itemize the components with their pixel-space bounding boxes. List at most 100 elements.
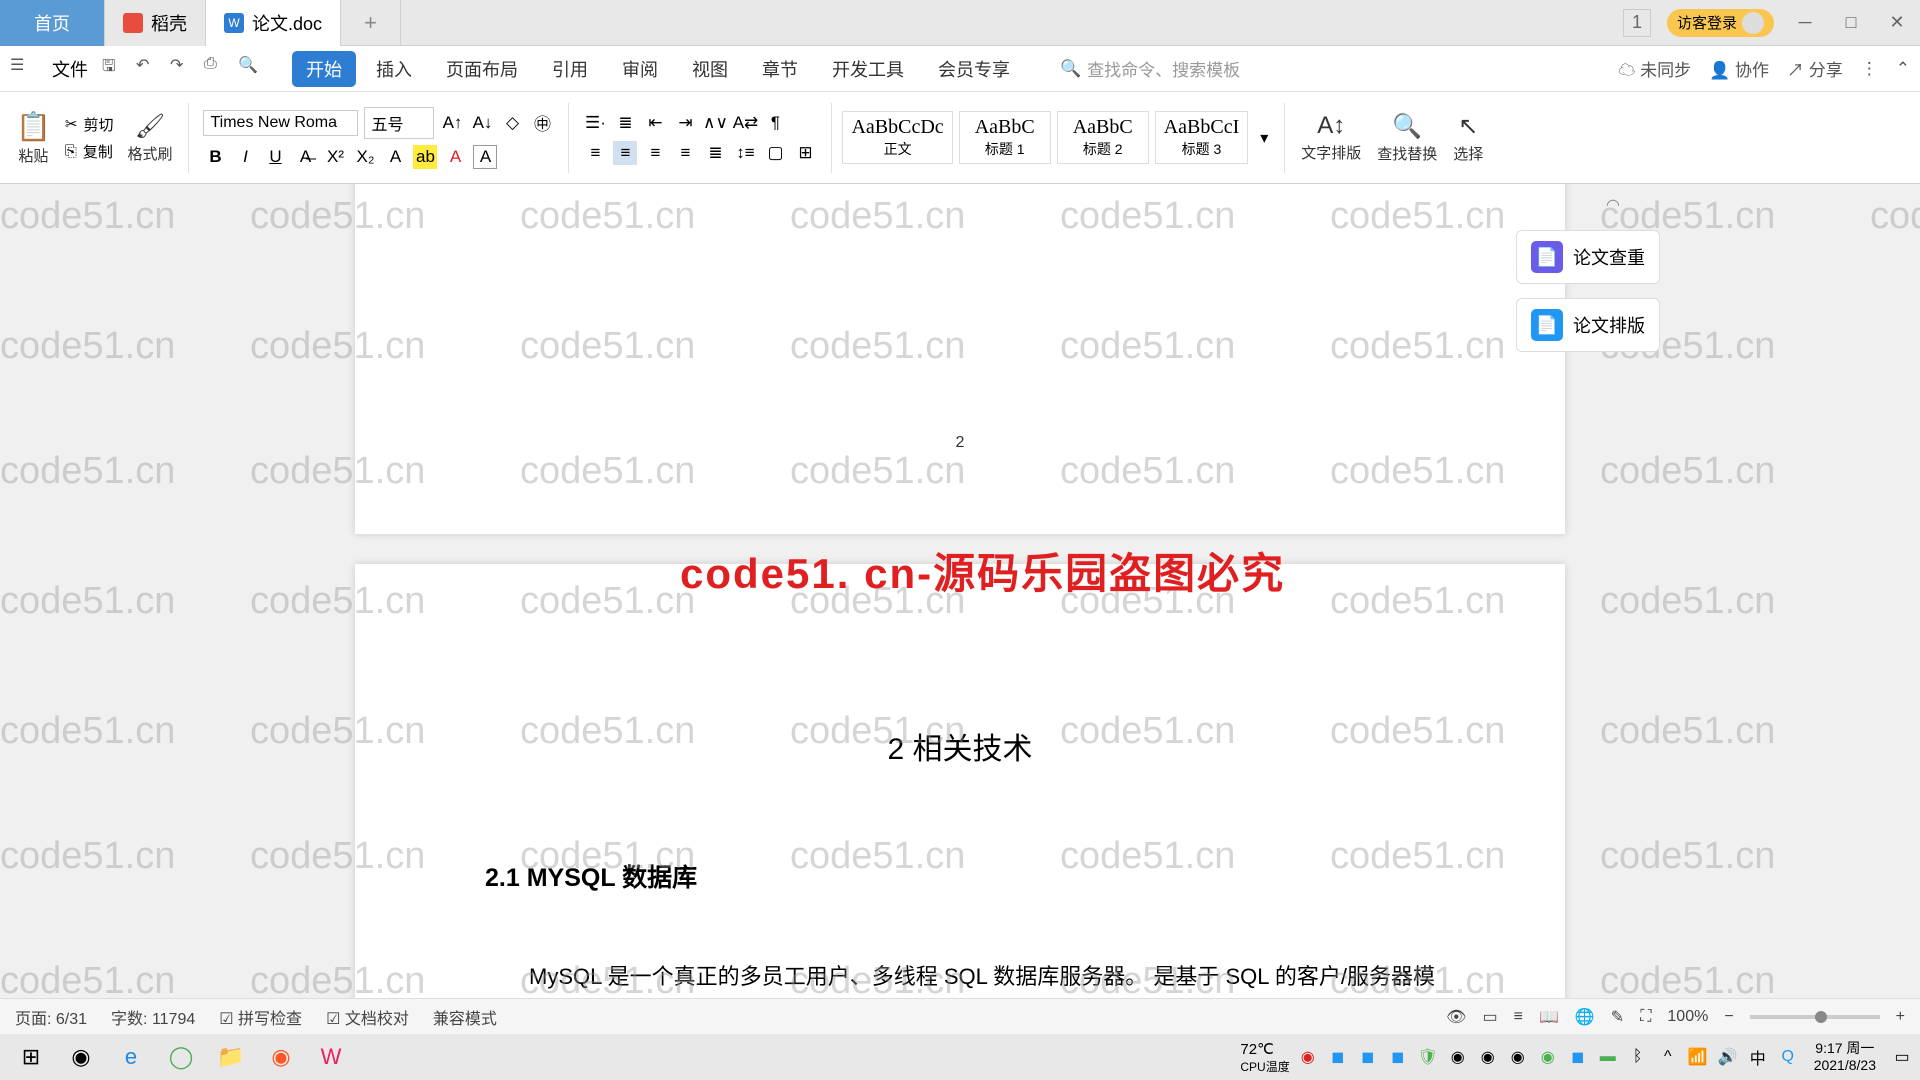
tray-icon-5[interactable]: 🛡 (1416, 1045, 1440, 1069)
collapse-panel-icon[interactable]: ◠ (1606, 195, 1620, 215)
sync-status[interactable]: ☁ 未同步 (1618, 56, 1691, 81)
painter-button[interactable]: 🖌格式刷 (121, 112, 178, 164)
tray-icon-8[interactable]: ◉ (1506, 1045, 1530, 1069)
cut-button[interactable]: ✂剪切 (65, 114, 114, 135)
distribute-icon[interactable]: ≣ (703, 141, 727, 165)
tab-document[interactable]: W论文.doc (206, 0, 341, 46)
tab-start[interactable]: 开始 (292, 51, 356, 87)
minimize-button[interactable]: ─ (1782, 0, 1828, 46)
paste-group[interactable]: 📋粘贴 (10, 110, 57, 166)
volume-icon[interactable]: 🔊 (1716, 1045, 1740, 1069)
tray-icon-3[interactable]: ◼ (1356, 1045, 1380, 1069)
tab-vip[interactable]: 会员专享 (924, 51, 1024, 87)
shading-icon[interactable]: ▢ (763, 141, 787, 165)
clock[interactable]: 9:17 周一2021/8/23 (1814, 1040, 1876, 1074)
grow-font-icon[interactable]: A↑ (440, 111, 464, 135)
chevron-up-icon[interactable]: ^ (1656, 1045, 1680, 1069)
bold-button[interactable]: B (203, 145, 227, 169)
save-icon[interactable]: 🖫 (102, 55, 130, 83)
text-effect-button[interactable]: A (383, 145, 407, 169)
cortana-icon[interactable]: ◉ (56, 1037, 106, 1077)
tab-ref[interactable]: 引用 (538, 51, 602, 87)
tray-icon-6[interactable]: ◉ (1446, 1045, 1470, 1069)
tray-icon-2[interactable]: ◼ (1326, 1045, 1350, 1069)
line-spacing-icon[interactable]: ↕≡ (733, 141, 757, 165)
dec-indent-icon[interactable]: ⇤ (643, 111, 667, 135)
app1-icon[interactable]: ◉ (256, 1037, 306, 1077)
style-more-icon[interactable]: ▾ (1254, 128, 1274, 148)
phonetic-icon[interactable]: ㊥ (530, 111, 554, 135)
start-button[interactable]: ⊞ (6, 1037, 56, 1077)
notifications-icon[interactable]: ▭ (1890, 1045, 1914, 1069)
undo-icon[interactable]: ↶ (136, 55, 164, 83)
zoom-in-button[interactable]: + (1896, 1008, 1905, 1026)
tab-review[interactable]: 审阅 (608, 51, 672, 87)
login-button[interactable]: 访客登录 (1667, 9, 1774, 37)
wps-icon[interactable]: W (306, 1037, 356, 1077)
bullets-icon[interactable]: ☰· (583, 111, 607, 135)
style-h3[interactable]: AaBbCcI标题 3 (1155, 111, 1249, 164)
redo-icon[interactable]: ↷ (170, 55, 198, 83)
sort-icon[interactable]: ∧∨ (703, 111, 727, 135)
collab-button[interactable]: 👤 协作 (1709, 56, 1769, 81)
fit-icon[interactable]: ⛶ (1640, 1008, 1651, 1026)
subscript-button[interactable]: X₂ (353, 145, 377, 169)
font-color-button[interactable]: A (443, 145, 467, 169)
tab-layout[interactable]: 页面布局 (432, 51, 532, 87)
spell-check[interactable]: ☑ 拼写检查 (219, 1005, 302, 1029)
search-box[interactable]: 🔍查找命令、搜索模板 (1060, 56, 1240, 81)
proof-check[interactable]: ☑ 文档校对 (326, 1005, 409, 1029)
more-icon[interactable]: ⋮ (1861, 59, 1878, 79)
eye-icon[interactable]: 👁 (1446, 1007, 1466, 1027)
print-icon[interactable]: ⎙ (204, 55, 232, 83)
justify-icon[interactable]: ≡ (673, 141, 697, 165)
maximize-button[interactable]: □ (1828, 0, 1874, 46)
copy-button[interactable]: ⎘复制 (65, 141, 114, 162)
tray-icon-q[interactable]: Q (1776, 1045, 1800, 1069)
close-button[interactable]: ✕ (1874, 0, 1920, 46)
tray-icon-10[interactable]: ◼ (1566, 1045, 1590, 1069)
align-right-icon[interactable]: ≡ (643, 141, 667, 165)
tab-insert[interactable]: 插入 (362, 51, 426, 87)
text-direction-button[interactable]: A↕文字排版 (1295, 112, 1367, 163)
view-page-icon[interactable]: ▭ (1482, 1007, 1497, 1027)
file-menu[interactable]: 文件 (44, 56, 96, 82)
ime-icon[interactable]: 中 (1746, 1045, 1770, 1069)
tray-icon-7[interactable]: ◉ (1476, 1045, 1500, 1069)
superscript-button[interactable]: X² (323, 145, 347, 169)
menu-icon[interactable]: ☰ (10, 55, 38, 83)
highlight-button[interactable]: ab (413, 145, 437, 169)
cpu-temp[interactable]: 72℃CPU温度 (1240, 1040, 1289, 1075)
style-h1[interactable]: AaBbC标题 1 (959, 111, 1051, 164)
align-center-icon[interactable]: ≡ (613, 141, 637, 165)
find-replace-button[interactable]: 🔍查找替换 (1371, 112, 1443, 164)
style-normal[interactable]: AaBbCcDc正文 (842, 111, 952, 164)
preview-icon[interactable]: 🔍 (238, 55, 266, 83)
tray-icon-1[interactable]: ◉ (1296, 1045, 1320, 1069)
paper-check-button[interactable]: 📄论文查重 (1516, 230, 1660, 284)
window-count[interactable]: 1 (1623, 9, 1651, 37)
tab-dev[interactable]: 开发工具 (818, 51, 918, 87)
wifi-icon[interactable]: 📶 (1686, 1045, 1710, 1069)
zoom-level[interactable]: 100% (1667, 1008, 1708, 1026)
tab-view[interactable]: 视图 (678, 51, 742, 87)
inc-indent-icon[interactable]: ⇥ (673, 111, 697, 135)
char-border-button[interactable]: A (473, 145, 497, 169)
tab-home[interactable]: 首页 (0, 0, 105, 46)
select-button[interactable]: ↖选择 (1447, 112, 1489, 164)
tab-daoke[interactable]: 稻壳 (105, 0, 206, 46)
style-h2[interactable]: AaBbC标题 2 (1057, 111, 1149, 164)
view-web-icon[interactable]: 🌐 (1575, 1007, 1595, 1027)
align-left-icon[interactable]: ≡ (583, 141, 607, 165)
tab-chapter[interactable]: 章节 (748, 51, 812, 87)
bluetooth-icon[interactable]: ᛒ (1626, 1045, 1650, 1069)
numbering-icon[interactable]: ≣ (613, 111, 637, 135)
view-outline-icon[interactable]: ≡ (1514, 1008, 1523, 1026)
edit-icon[interactable]: ✎ (1611, 1007, 1624, 1027)
tray-icon-11[interactable]: ▬ (1596, 1045, 1620, 1069)
view-read-icon[interactable]: 📖 (1539, 1007, 1559, 1027)
collapse-ribbon-icon[interactable]: ⌃ (1896, 59, 1910, 79)
share-button[interactable]: ↗ 分享 (1787, 56, 1843, 81)
font-select[interactable]: Times New Roma (203, 110, 358, 136)
word-count[interactable]: 字数: 11794 (111, 1005, 195, 1029)
